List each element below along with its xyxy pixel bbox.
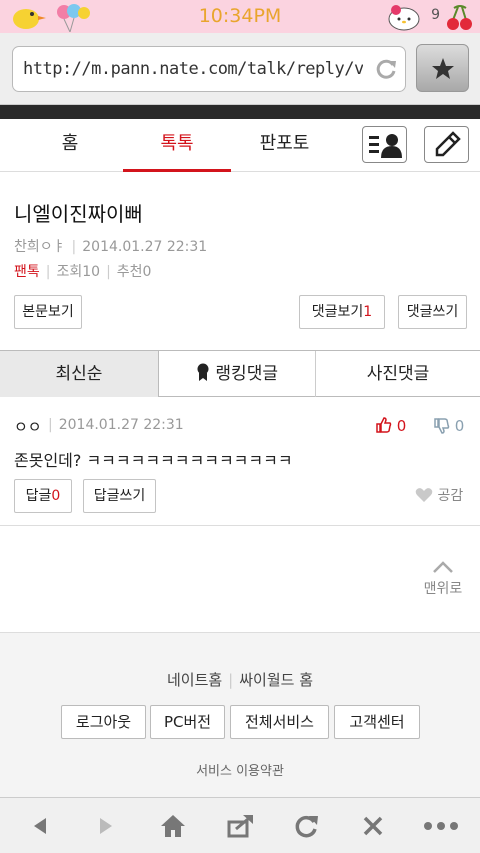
reply-label: 답글 [25, 488, 52, 504]
write-post-button[interactable] [424, 126, 469, 163]
post-stats: 팬톡 | 조회10 | 추천0 [14, 264, 152, 280]
my-menu-button[interactable] [362, 126, 407, 163]
comment-text: 존못인데? ㅋㅋㅋㅋㅋㅋㅋㅋㅋㅋㅋㅋㅋㅋ [14, 451, 293, 470]
more-icon[interactable] [422, 810, 460, 842]
cherry-icon [447, 5, 472, 30]
url-input[interactable]: http://m.pann.nate.com/talk/reply/view?p… [12, 46, 406, 92]
share-icon[interactable] [224, 810, 256, 842]
write-reply-button[interactable]: 답글쓰기 [83, 479, 156, 513]
browser-address-bar: http://m.pann.nate.com/talk/reply/view?p… [0, 33, 480, 105]
scroll-to-top-label: 맨위로 [423, 581, 463, 597]
dislike-count: 0 [454, 417, 465, 435]
thumbs-down-icon [434, 418, 450, 434]
heart-icon [415, 488, 433, 502]
comment-date: | 2014.01.27 22:31 [48, 417, 184, 433]
cyworld-home-link[interactable]: 싸이월드 홈 [239, 671, 313, 689]
reply-count: 0 [51, 488, 61, 504]
tab-ranking[interactable]: 랭킹댓글 [159, 351, 316, 397]
star-icon [432, 58, 454, 79]
logout-button[interactable]: 로그아웃 [61, 705, 146, 739]
close-icon[interactable] [357, 810, 389, 842]
dislike-button[interactable]: 0 [434, 417, 464, 435]
back-icon[interactable] [24, 810, 56, 842]
customer-center-button[interactable]: 고객센터 [334, 705, 420, 739]
footer: 네이트홈 | 싸이월드 홈 로그아웃 PC버전 전체서비스 고객센터 서비스 이용약… [0, 632, 480, 797]
status-bar: 10:34PM 9 [0, 0, 480, 33]
refresh-icon[interactable] [290, 810, 322, 842]
empathy-button[interactable]: 공감 [415, 485, 463, 505]
terms-link[interactable]: 서비스 이용약관 [0, 760, 480, 779]
bookmark-button[interactable] [416, 44, 469, 92]
nate-home-link[interactable]: 네이트홈 [167, 671, 222, 689]
main-nav: 홈 톡톡 판포토 [0, 119, 480, 172]
view-comments-label: 댓글보기 [311, 304, 364, 320]
like-button[interactable]: 0 [376, 417, 406, 435]
post-meta: 찬희ㅇㅑ | 2014.01.27 22:31 [14, 239, 208, 255]
tab-home[interactable]: 홈 [20, 119, 120, 172]
comment-count: 1 [363, 304, 373, 320]
home-icon[interactable] [157, 810, 189, 842]
forward-icon[interactable] [90, 810, 122, 842]
chevron-up-icon [433, 561, 453, 573]
post-views: 조회10 [56, 264, 101, 280]
post-category[interactable]: 팬톡 [14, 264, 40, 280]
browser-bottom-bar [0, 797, 480, 853]
tab-panphoto[interactable]: 판포토 [232, 119, 337, 172]
divider [0, 525, 480, 526]
like-count: 0 [396, 417, 407, 435]
view-comments-button[interactable]: 댓글보기1 [299, 295, 385, 329]
url-text: http://m.pann.nate.com/talk/reply/view?p… [23, 59, 363, 79]
post-recommends: 추천0 [116, 264, 152, 280]
tab-latest[interactable]: 최신순 [0, 351, 159, 397]
comment-sort-tabs: 최신순 랭킹댓글 사진댓글 [0, 350, 480, 397]
post-date: 2014.01.27 22:31 [82, 239, 208, 255]
write-comment-button[interactable]: 댓글쓰기 [398, 295, 467, 329]
empathy-label: 공감 [437, 488, 464, 504]
comment-author: ㅇㅇ [14, 418, 42, 436]
battery-level: 9 [431, 7, 440, 23]
header-bar [0, 105, 480, 119]
footer-links: 네이트홈 | 싸이월드 홈 [166, 671, 314, 689]
scroll-to-top-button[interactable]: 맨위로 [418, 560, 468, 598]
post-author: 찬희ㅇㅑ [14, 239, 66, 255]
tab-ranking-label: 랭킹댓글 [215, 364, 278, 384]
ribbon-icon [197, 363, 209, 381]
tab-toktok[interactable]: 톡톡 [123, 119, 231, 172]
view-body-button[interactable]: 본문보기 [14, 295, 82, 329]
tab-photo[interactable]: 사진댓글 [316, 351, 480, 397]
user-list-icon [369, 134, 402, 158]
thumbs-up-icon [376, 417, 392, 433]
pc-version-button[interactable]: PC버전 [150, 705, 225, 739]
reload-icon[interactable] [373, 56, 399, 82]
reply-button[interactable]: 답글0 [14, 479, 72, 513]
hello-kitty-icon [388, 5, 420, 31]
pencil-icon [435, 131, 461, 157]
post-title: 니엘이진짜이뻐 [14, 202, 143, 226]
all-services-button[interactable]: 전체서비스 [230, 705, 329, 739]
comment-date-text: 2014.01.27 22:31 [58, 417, 184, 433]
